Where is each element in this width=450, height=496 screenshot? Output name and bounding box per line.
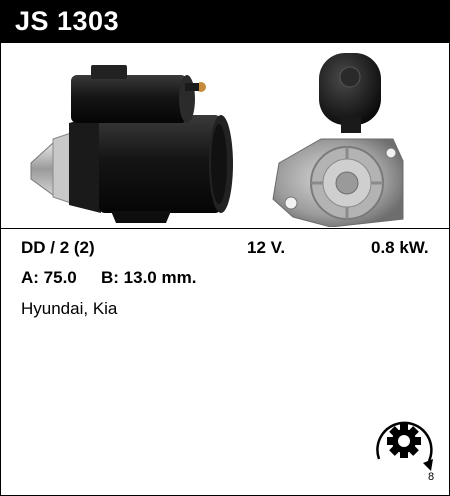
header-bar: JS 1303 bbox=[1, 1, 449, 43]
drive-spec: DD / 2 (2) bbox=[21, 238, 95, 257]
part-number-title: JS 1303 bbox=[15, 6, 120, 36]
product-photo bbox=[30, 53, 404, 227]
power-spec: 0.8 kW. bbox=[371, 238, 429, 257]
dimension-a: A: 75.0 bbox=[21, 268, 77, 287]
pinion-teeth-count: 8 bbox=[428, 471, 435, 483]
vehicle-application: Hyundai, Kia bbox=[21, 299, 118, 318]
starter-side-view bbox=[30, 65, 233, 223]
starter-front-view bbox=[272, 53, 404, 227]
product-card: JS 1303 DD / 2 (2) 12 V. 0.8 kW. A: 75.0… bbox=[0, 0, 450, 496]
voltage-spec: 12 V. bbox=[247, 238, 286, 257]
section-divider bbox=[1, 228, 449, 229]
dimension-b: B: 13.0 mm. bbox=[101, 268, 197, 287]
